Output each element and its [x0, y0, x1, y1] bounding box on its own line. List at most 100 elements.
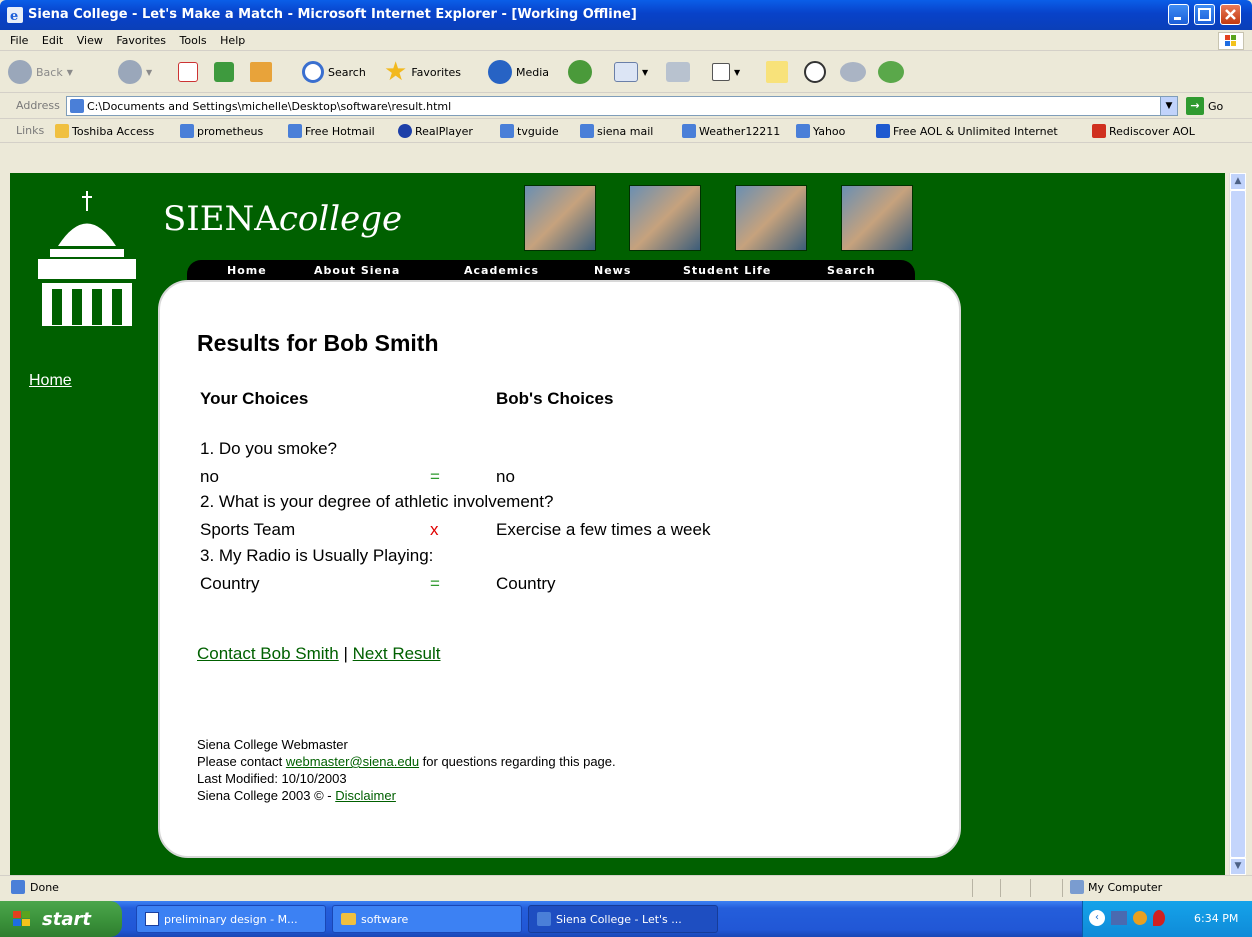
link-realplayer[interactable]: RealPlayer — [398, 124, 473, 138]
forward-button[interactable]: ▼ — [118, 58, 152, 86]
footer-last-modified: Last Modified: 10/10/2003 — [197, 771, 347, 786]
search-button[interactable]: Search — [302, 58, 366, 86]
location-pin-icon[interactable] — [1153, 910, 1165, 926]
network-icon[interactable] — [1111, 911, 1127, 925]
link-separator: | — [343, 644, 348, 663]
back-button[interactable]: Back ▼ — [8, 58, 73, 86]
question-2: 2. What is your degree of athletic invol… — [200, 492, 554, 511]
vertical-scrollbar[interactable]: ▲ ▼ — [1229, 173, 1246, 875]
your-answer-2: Sports Team — [200, 520, 296, 539]
chevron-left-icon[interactable]: ‹ — [1089, 910, 1105, 926]
ie-page-icon — [580, 124, 594, 138]
nav-about-siena[interactable]: About Siena — [314, 264, 400, 277]
status-divider — [1062, 879, 1063, 897]
messenger-icon[interactable] — [1133, 911, 1147, 925]
bobs-choices-header: Bob's Choices — [496, 389, 614, 408]
match-indicator-1: = — [430, 467, 440, 486]
menu-edit[interactable]: Edit — [42, 34, 63, 47]
nav-home[interactable]: Home — [227, 264, 267, 277]
scroll-up-icon[interactable]: ▲ — [1230, 173, 1246, 190]
link-label: prometheus — [197, 124, 264, 138]
link-label: Weather12211 — [699, 124, 781, 138]
siena-college-wordmark: SIENAcollege — [163, 199, 402, 239]
window-titlebar[interactable]: e Siena College - Let's Make a Match - M… — [0, 0, 1252, 30]
link-label: Free Hotmail — [305, 124, 375, 138]
messenger-button[interactable] — [804, 58, 826, 86]
nav-student-life[interactable]: Student Life — [683, 264, 771, 277]
refresh-icon — [214, 62, 234, 82]
refresh-button[interactable] — [214, 58, 234, 86]
menu-file[interactable]: File — [10, 34, 28, 47]
print-button[interactable] — [666, 58, 690, 86]
discuss-button[interactable] — [840, 58, 866, 86]
go-button[interactable]: → Go — [1186, 96, 1223, 116]
history-button[interactable] — [568, 58, 592, 86]
menu-tools[interactable]: Tools — [180, 34, 207, 47]
nav-news[interactable]: News — [594, 264, 631, 277]
window-title: Siena College - Let's Make a Match - Mic… — [28, 7, 637, 22]
realplayer-icon — [398, 124, 412, 138]
word-icon — [145, 912, 159, 926]
side-home-link[interactable]: Home — [29, 372, 72, 390]
stop-button[interactable] — [178, 58, 198, 86]
bob-answer-3: Country — [496, 574, 556, 593]
chevron-down-icon[interactable]: ▼ — [1160, 97, 1177, 115]
student-photo — [524, 185, 596, 251]
maximize-button[interactable] — [1194, 4, 1215, 25]
nav-academics[interactable]: Academics — [464, 264, 539, 277]
link-tvguide[interactable]: tvguide — [500, 124, 559, 138]
disclaimer-link[interactable]: Disclaimer — [335, 788, 396, 803]
buddies-icon — [878, 61, 904, 83]
nav-search[interactable]: Search — [827, 264, 876, 277]
task-word-document[interactable]: preliminary design - M... — [136, 905, 326, 933]
task-label: software — [361, 912, 409, 926]
link-siena-mail[interactable]: siena mail — [580, 124, 653, 138]
webmaster-email-link[interactable]: webmaster@siena.edu — [286, 754, 419, 769]
go-label: Go — [1208, 99, 1224, 113]
close-button[interactable] — [1220, 4, 1241, 25]
task-label: Siena College - Let's ... — [556, 912, 682, 926]
edit-button[interactable]: ▼ — [712, 58, 740, 86]
task-software-folder[interactable]: software — [332, 905, 522, 933]
link-label: Free AOL & Unlimited Internet — [893, 124, 1058, 138]
your-choices-header: Your Choices — [200, 389, 309, 408]
notes-button[interactable] — [766, 58, 788, 86]
menu-help[interactable]: Help — [220, 34, 245, 47]
link-label: siena mail — [597, 124, 654, 138]
result-links: Contact Bob Smith | Next Result — [197, 644, 441, 664]
link-free-aol[interactable]: Free AOL & Unlimited Internet — [876, 124, 1058, 138]
link-toshiba-access[interactable]: Toshiba Access — [55, 124, 154, 138]
minimize-button[interactable] — [1168, 4, 1189, 25]
ie-page-icon — [500, 124, 514, 138]
menu-view[interactable]: View — [77, 34, 103, 47]
word-icon — [712, 63, 730, 81]
favorites-button[interactable]: ★ Favorites — [384, 58, 461, 86]
mail-button[interactable]: ▼ — [614, 58, 648, 86]
star-icon: ★ — [384, 57, 408, 87]
link-free-hotmail[interactable]: Free Hotmail — [288, 124, 375, 138]
scroll-down-icon[interactable]: ▼ — [1230, 858, 1246, 875]
home-button[interactable] — [250, 58, 272, 86]
svg-text:e: e — [10, 9, 18, 23]
stop-icon — [178, 62, 198, 82]
note-icon — [766, 61, 788, 83]
next-result-link[interactable]: Next Result — [353, 644, 441, 663]
link-weather[interactable]: Weather12211 — [682, 124, 780, 138]
menu-bar: File Edit View Favorites Tools Help — [0, 30, 1252, 51]
start-button[interactable]: start — [0, 901, 122, 937]
status-text: Done — [30, 881, 59, 894]
buddies-button[interactable] — [878, 58, 904, 86]
task-siena-college-ie[interactable]: Siena College - Let's ... — [528, 905, 718, 933]
contact-link[interactable]: Contact Bob Smith — [197, 644, 339, 663]
link-rediscover-aol[interactable]: Rediscover AOL — [1092, 124, 1195, 138]
link-yahoo[interactable]: Yahoo — [796, 124, 845, 138]
menu-favorites[interactable]: Favorites — [116, 34, 166, 47]
link-prometheus[interactable]: prometheus — [180, 124, 263, 138]
scroll-thumb[interactable] — [1230, 190, 1246, 858]
footer-contact: Please contact webmaster@siena.edu for q… — [197, 754, 616, 769]
address-input[interactable]: C:\Documents and Settings\michelle\Deskt… — [66, 96, 1178, 116]
link-label: Toshiba Access — [72, 124, 155, 138]
media-button[interactable]: Media — [488, 58, 549, 86]
media-label: Media — [516, 65, 550, 79]
link-label: tvguide — [517, 124, 559, 138]
